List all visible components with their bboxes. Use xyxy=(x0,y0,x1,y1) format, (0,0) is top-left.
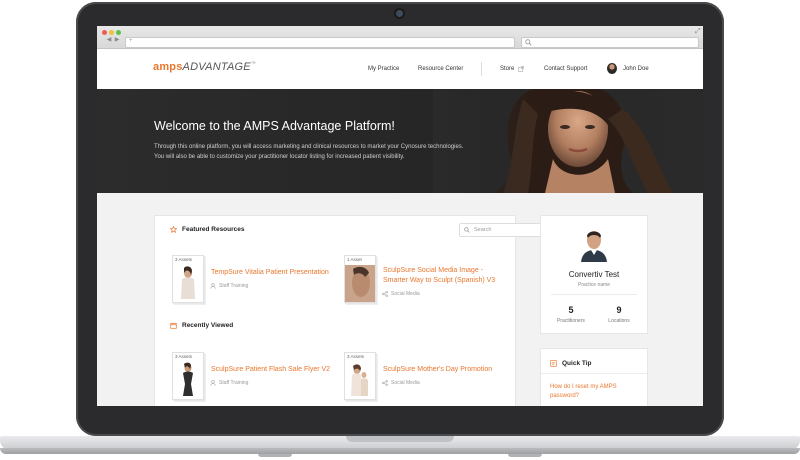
asset-thumbnail[interactable]: 3 Assets xyxy=(172,255,204,303)
logo-brand: amps xyxy=(153,61,183,73)
nav-contact-support[interactable]: Contact Support xyxy=(544,66,587,72)
asset-preview-image xyxy=(181,266,195,299)
asset-count: 3 Assets xyxy=(175,354,193,359)
amps-advantage-logo[interactable]: ampsADVANTAGE™ xyxy=(153,61,256,73)
quick-tip-question-link[interactable]: How do I reset my AMPS password? xyxy=(550,383,636,401)
asset-count: 1 Asset xyxy=(347,257,362,262)
asset-thumbnail[interactable]: 1 Asset xyxy=(344,255,376,303)
locations-count: 9 xyxy=(616,305,622,315)
featured-resources-title: Featured Resources xyxy=(182,226,245,233)
practitioner-name: Convertiv Test xyxy=(568,270,620,279)
browser-search-field[interactable] xyxy=(521,37,699,48)
asset-title[interactable]: SculpSure Patient Flash Sale Flyer V2 xyxy=(211,365,331,375)
practitioners-label: Practitioners xyxy=(557,318,585,324)
asset-title[interactable]: TempSure Vitalia Patient Presentation xyxy=(211,268,329,278)
user-avatar[interactable] xyxy=(607,63,617,74)
share-icon xyxy=(382,291,388,297)
laptop-foot-right xyxy=(508,454,542,457)
asset-preview-image xyxy=(351,364,368,396)
address-bar[interactable]: + xyxy=(125,37,515,48)
plus-icon: + xyxy=(129,38,133,44)
browser-chrome: ◀ ▶ + ⤢ xyxy=(97,26,703,49)
asset-category: Social Media xyxy=(391,291,420,297)
asset-thumbnail[interactable]: 3 Assets xyxy=(172,352,204,400)
laptop-notch xyxy=(346,436,454,442)
nav-resource-center[interactable]: Resource Center xyxy=(418,66,463,72)
logo-trademark: ™ xyxy=(250,61,256,67)
star-icon xyxy=(170,226,177,233)
asset-title[interactable]: SculpSure Mother's Day Promotion xyxy=(383,365,503,375)
maximize-window-button[interactable] xyxy=(116,30,121,35)
resources-card: Featured Resources Search 3 Assets TempS… xyxy=(154,215,557,406)
quick-tip-title: Quick Tip xyxy=(562,360,592,367)
asset-category: Staff Training xyxy=(219,380,249,386)
fullscreen-icon[interactable]: ⤢ xyxy=(695,28,701,36)
user-icon xyxy=(210,380,216,386)
user-name[interactable]: John Doe xyxy=(623,66,649,72)
browser-search-icon xyxy=(525,39,532,46)
hero-title: Welcome to the AMPS Advantage Platform! xyxy=(154,119,395,133)
minimize-window-button[interactable] xyxy=(109,30,114,35)
quick-tip-divider xyxy=(541,373,647,374)
practitioners-count: 5 xyxy=(568,305,574,315)
asset-category: Staff Training xyxy=(219,283,249,289)
laptop-foot-left xyxy=(258,454,292,457)
hero-description: Through this online platform, you will a… xyxy=(154,144,464,160)
camera-icon xyxy=(396,10,403,17)
share-icon xyxy=(382,380,388,386)
dashboard-content: Featured Resources Search 3 Assets TempS… xyxy=(97,193,703,406)
asset-thumbnail[interactable]: 3 Assets xyxy=(344,352,376,400)
search-placeholder: Search xyxy=(474,227,492,233)
logo-product: ADVANTAGE xyxy=(182,61,251,73)
asset-count: 3 Assets xyxy=(347,354,365,359)
calendar-icon xyxy=(170,322,177,329)
user-icon xyxy=(210,283,216,289)
tip-icon xyxy=(550,360,557,367)
asset-category: Social Media xyxy=(391,380,420,386)
recently-viewed-title: Recently Viewed xyxy=(182,322,234,329)
profile-avatar[interactable] xyxy=(579,228,609,262)
forward-arrow-icon[interactable]: ▶ xyxy=(113,37,121,44)
practice-name: Practice name xyxy=(578,282,610,288)
hero-banner: Welcome to the AMPS Advantage Platform! … xyxy=(97,89,703,193)
quick-tip-card: Quick Tip How do I reset my AMPS passwor… xyxy=(540,348,648,406)
back-arrow-icon[interactable]: ◀ xyxy=(105,37,113,44)
asset-preview-image xyxy=(345,265,375,302)
laptop-base-lip xyxy=(0,448,800,454)
search-icon xyxy=(464,227,470,233)
top-navigation: ampsADVANTAGE™ My Practice Resource Cent… xyxy=(97,49,703,90)
profile-divider xyxy=(551,294,637,295)
close-window-button[interactable] xyxy=(102,30,107,35)
screen: ◀ ▶ + ⤢ ampsADVANTAGE™ My Practice Resou… xyxy=(97,26,703,406)
nav-divider xyxy=(481,62,482,76)
asset-title[interactable]: SculpSure Social Media Image - Smarter W… xyxy=(383,266,499,286)
locations-label: Locations xyxy=(608,318,630,324)
asset-preview-image xyxy=(183,362,193,396)
nav-my-practice[interactable]: My Practice xyxy=(368,66,399,72)
nav-store[interactable]: Store xyxy=(500,66,514,72)
external-link-icon xyxy=(518,66,524,72)
practice-profile-card: Convertiv Test Practice name 5 Practitio… xyxy=(540,215,648,334)
hero-model-image xyxy=(433,89,703,193)
asset-count: 3 Assets xyxy=(175,257,193,262)
